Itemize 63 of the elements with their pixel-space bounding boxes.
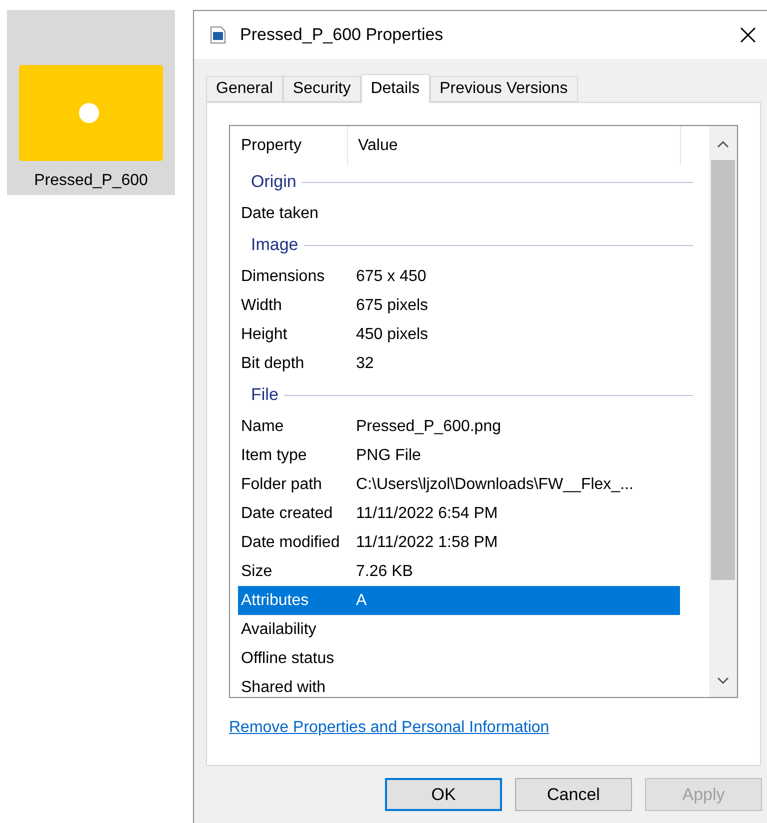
property-name: Offline status <box>240 648 336 668</box>
property-value: 450 pixels <box>356 324 428 344</box>
close-icon[interactable] <box>739 26 757 44</box>
property-row[interactable]: Attributes A <box>238 586 680 615</box>
scrollbar[interactable] <box>709 126 737 697</box>
property-value: A <box>356 590 367 610</box>
property-value: 7.26 KB <box>356 562 413 582</box>
property-name: Date modified <box>240 532 341 552</box>
property-name: Availability <box>240 620 318 640</box>
dialog-button[interactable]: OK <box>385 778 502 811</box>
property-row[interactable]: Size 7.26 KB <box>238 557 680 586</box>
column-header[interactable]: Value <box>348 126 681 165</box>
chevron-down-icon[interactable] <box>717 677 729 685</box>
group-heading: File <box>251 384 278 406</box>
property-row[interactable]: Date modified 11/11/2022 1:58 PM <box>238 528 680 557</box>
property-value: Pressed_P_600.png <box>356 416 501 436</box>
property-value: 11/11/2022 1:58 PM <box>356 532 498 552</box>
group-heading: Origin <box>251 171 296 194</box>
property-row[interactable]: Height 450 pixels <box>238 320 680 349</box>
chevron-up-icon[interactable] <box>717 140 729 148</box>
property-row[interactable]: Shared with <box>238 673 680 697</box>
tab[interactable]: Security <box>282 76 361 102</box>
property-value: 675 x 450 <box>356 266 426 286</box>
property-name: Date taken <box>240 204 320 224</box>
property-row[interactable]: Bit depth 32 <box>238 349 680 378</box>
property-value: 32 <box>356 354 374 374</box>
property-row[interactable]: Dimensions 675 x 450 <box>238 262 680 291</box>
property-row[interactable]: Date created 11/11/2022 6:54 PM <box>238 499 680 528</box>
file-name: Pressed_P_600 <box>34 171 148 191</box>
image-thumbnail-icon <box>19 65 163 161</box>
property-name: Dimensions <box>240 266 326 286</box>
property-name: Size <box>240 562 274 582</box>
property-row[interactable]: Availability <box>238 615 680 644</box>
scrollbar-thumb[interactable] <box>711 160 735 580</box>
remove-properties-link[interactable]: Remove Properties and Personal Information <box>229 719 550 736</box>
tab[interactable]: Details <box>360 74 430 103</box>
tab[interactable]: General <box>206 76 283 102</box>
property-name: Folder path <box>240 474 323 494</box>
property-name: Attributes <box>240 590 310 610</box>
property-row[interactable]: Folder path C:\Users\ljzol\Downloads\FW__Flex_... <box>238 470 680 499</box>
desktop-file-icon[interactable]: Pressed_P_600 <box>7 10 175 195</box>
window-title: Pressed_P_600 Properties <box>240 24 444 46</box>
property-row[interactable]: Date taken <box>238 199 680 228</box>
image-file-icon <box>210 26 226 44</box>
property-name: Height <box>240 324 288 344</box>
property-name: Date created <box>240 504 334 524</box>
column-header[interactable]: Property <box>230 126 348 165</box>
property-value: PNG File <box>356 446 421 466</box>
property-row[interactable]: Item type PNG File <box>238 441 680 470</box>
property-value: 675 pixels <box>356 296 428 316</box>
property-name: Item type <box>240 446 308 466</box>
property-name: Name <box>240 416 285 436</box>
property-row[interactable]: Width 675 pixels <box>238 291 680 320</box>
property-name: Shared with <box>240 678 326 697</box>
property-row[interactable]: Name Pressed_P_600.png <box>238 412 680 441</box>
property-name: Bit depth <box>240 354 306 374</box>
group-heading: Image <box>251 234 298 256</box>
property-name: Width <box>240 296 283 316</box>
property-value: C:\Users\ljzol\Downloads\FW__Flex_... <box>356 474 634 494</box>
dialog-button[interactable]: Cancel <box>515 778 632 811</box>
property-value: 11/11/2022 6:54 PM <box>356 504 498 524</box>
tab[interactable]: Previous Versions <box>430 76 578 102</box>
property-row[interactable]: Offline status <box>238 644 680 673</box>
